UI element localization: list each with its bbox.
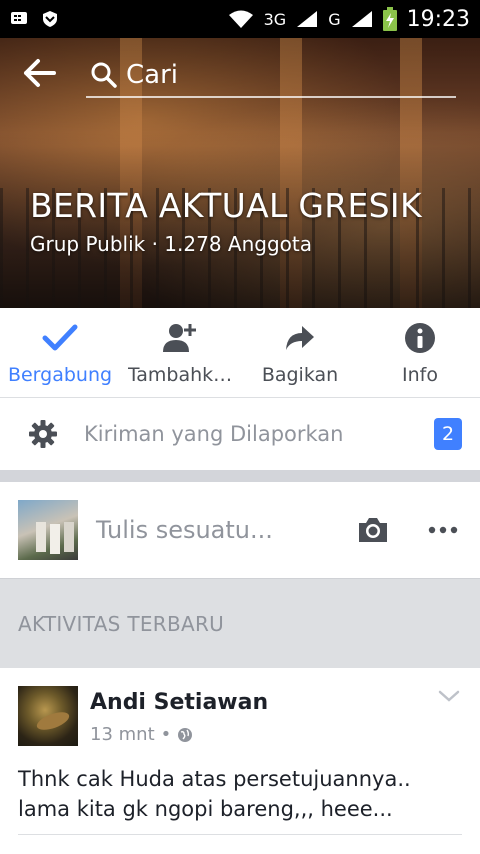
reported-count-badge: 2 bbox=[434, 418, 462, 450]
post-author[interactable]: Andi Setiawan bbox=[90, 690, 268, 715]
group-action-bar: Bergabung Tambahk… Bagikan Info bbox=[0, 308, 480, 398]
network-label-2: G bbox=[328, 9, 341, 29]
share-arrow-icon bbox=[286, 326, 314, 350]
clock: 19:23 bbox=[406, 6, 470, 32]
search-icon bbox=[91, 62, 117, 88]
signal-icon-1 bbox=[297, 11, 318, 27]
wifi-icon bbox=[228, 10, 253, 28]
globe-icon bbox=[178, 727, 193, 742]
network-label-1: 3G bbox=[263, 9, 287, 29]
gear-icon bbox=[29, 420, 57, 448]
group-title: BERITA AKTUAL GRESIK bbox=[30, 186, 422, 225]
signal-icon-2 bbox=[351, 11, 372, 27]
post-text: Thnk cak Huda atas persetujuannya.. lama… bbox=[18, 767, 411, 821]
join-label: Bergabung bbox=[7, 364, 113, 386]
bbm-notification-icon bbox=[11, 12, 27, 24]
divider bbox=[18, 834, 462, 835]
check-icon bbox=[42, 324, 78, 351]
add-member-label: Tambahk… bbox=[127, 364, 233, 386]
info-label: Info bbox=[402, 364, 438, 386]
battery-charging-icon bbox=[382, 7, 397, 31]
reported-posts-label: Kiriman yang Dilaporkan bbox=[84, 422, 344, 446]
chevron-down-icon[interactable] bbox=[436, 686, 462, 706]
shield-notification-icon bbox=[43, 11, 57, 27]
reported-posts-row[interactable]: Kiriman yang Dilaporkan 2 bbox=[0, 398, 480, 470]
meta-separator: • bbox=[160, 724, 172, 745]
group-cover-photo: BERITA AKTUAL GRESIK Grup Publik · 1.278… bbox=[0, 38, 480, 308]
avatar[interactable] bbox=[18, 686, 78, 746]
add-member-button[interactable]: Tambahk… bbox=[120, 308, 240, 397]
post-meta: 13 mnt • bbox=[90, 724, 193, 745]
search-bar[interactable] bbox=[86, 54, 456, 98]
more-options-icon[interactable] bbox=[426, 513, 460, 547]
recent-activity-header: AKTIVITAS TERBARU bbox=[0, 578, 480, 668]
feed-post: Andi Setiawan 13 mnt • Thnk cak Huda ata… bbox=[0, 668, 480, 854]
status-bar: 3G G 19:23 bbox=[0, 0, 480, 38]
composer-placeholder[interactable]: Tulis sesuatu... bbox=[96, 516, 273, 544]
info-button[interactable]: Info bbox=[360, 308, 480, 397]
avatar bbox=[18, 500, 78, 560]
group-subtitle: Grup Publik · 1.278 Anggota bbox=[30, 232, 312, 256]
info-icon bbox=[405, 323, 435, 353]
back-arrow-icon[interactable] bbox=[22, 58, 58, 88]
share-button[interactable]: Bagikan bbox=[240, 308, 360, 397]
add-person-icon bbox=[163, 324, 196, 352]
post-time[interactable]: 13 mnt bbox=[90, 724, 155, 745]
post-composer[interactable]: Tulis sesuatu... bbox=[0, 482, 480, 578]
camera-icon[interactable] bbox=[356, 513, 390, 547]
join-button[interactable]: Bergabung bbox=[0, 308, 120, 397]
section-divider bbox=[0, 470, 480, 482]
section-title: AKTIVITAS TERBARU bbox=[18, 611, 225, 636]
search-input[interactable] bbox=[126, 60, 446, 90]
share-label: Bagikan bbox=[261, 364, 339, 386]
